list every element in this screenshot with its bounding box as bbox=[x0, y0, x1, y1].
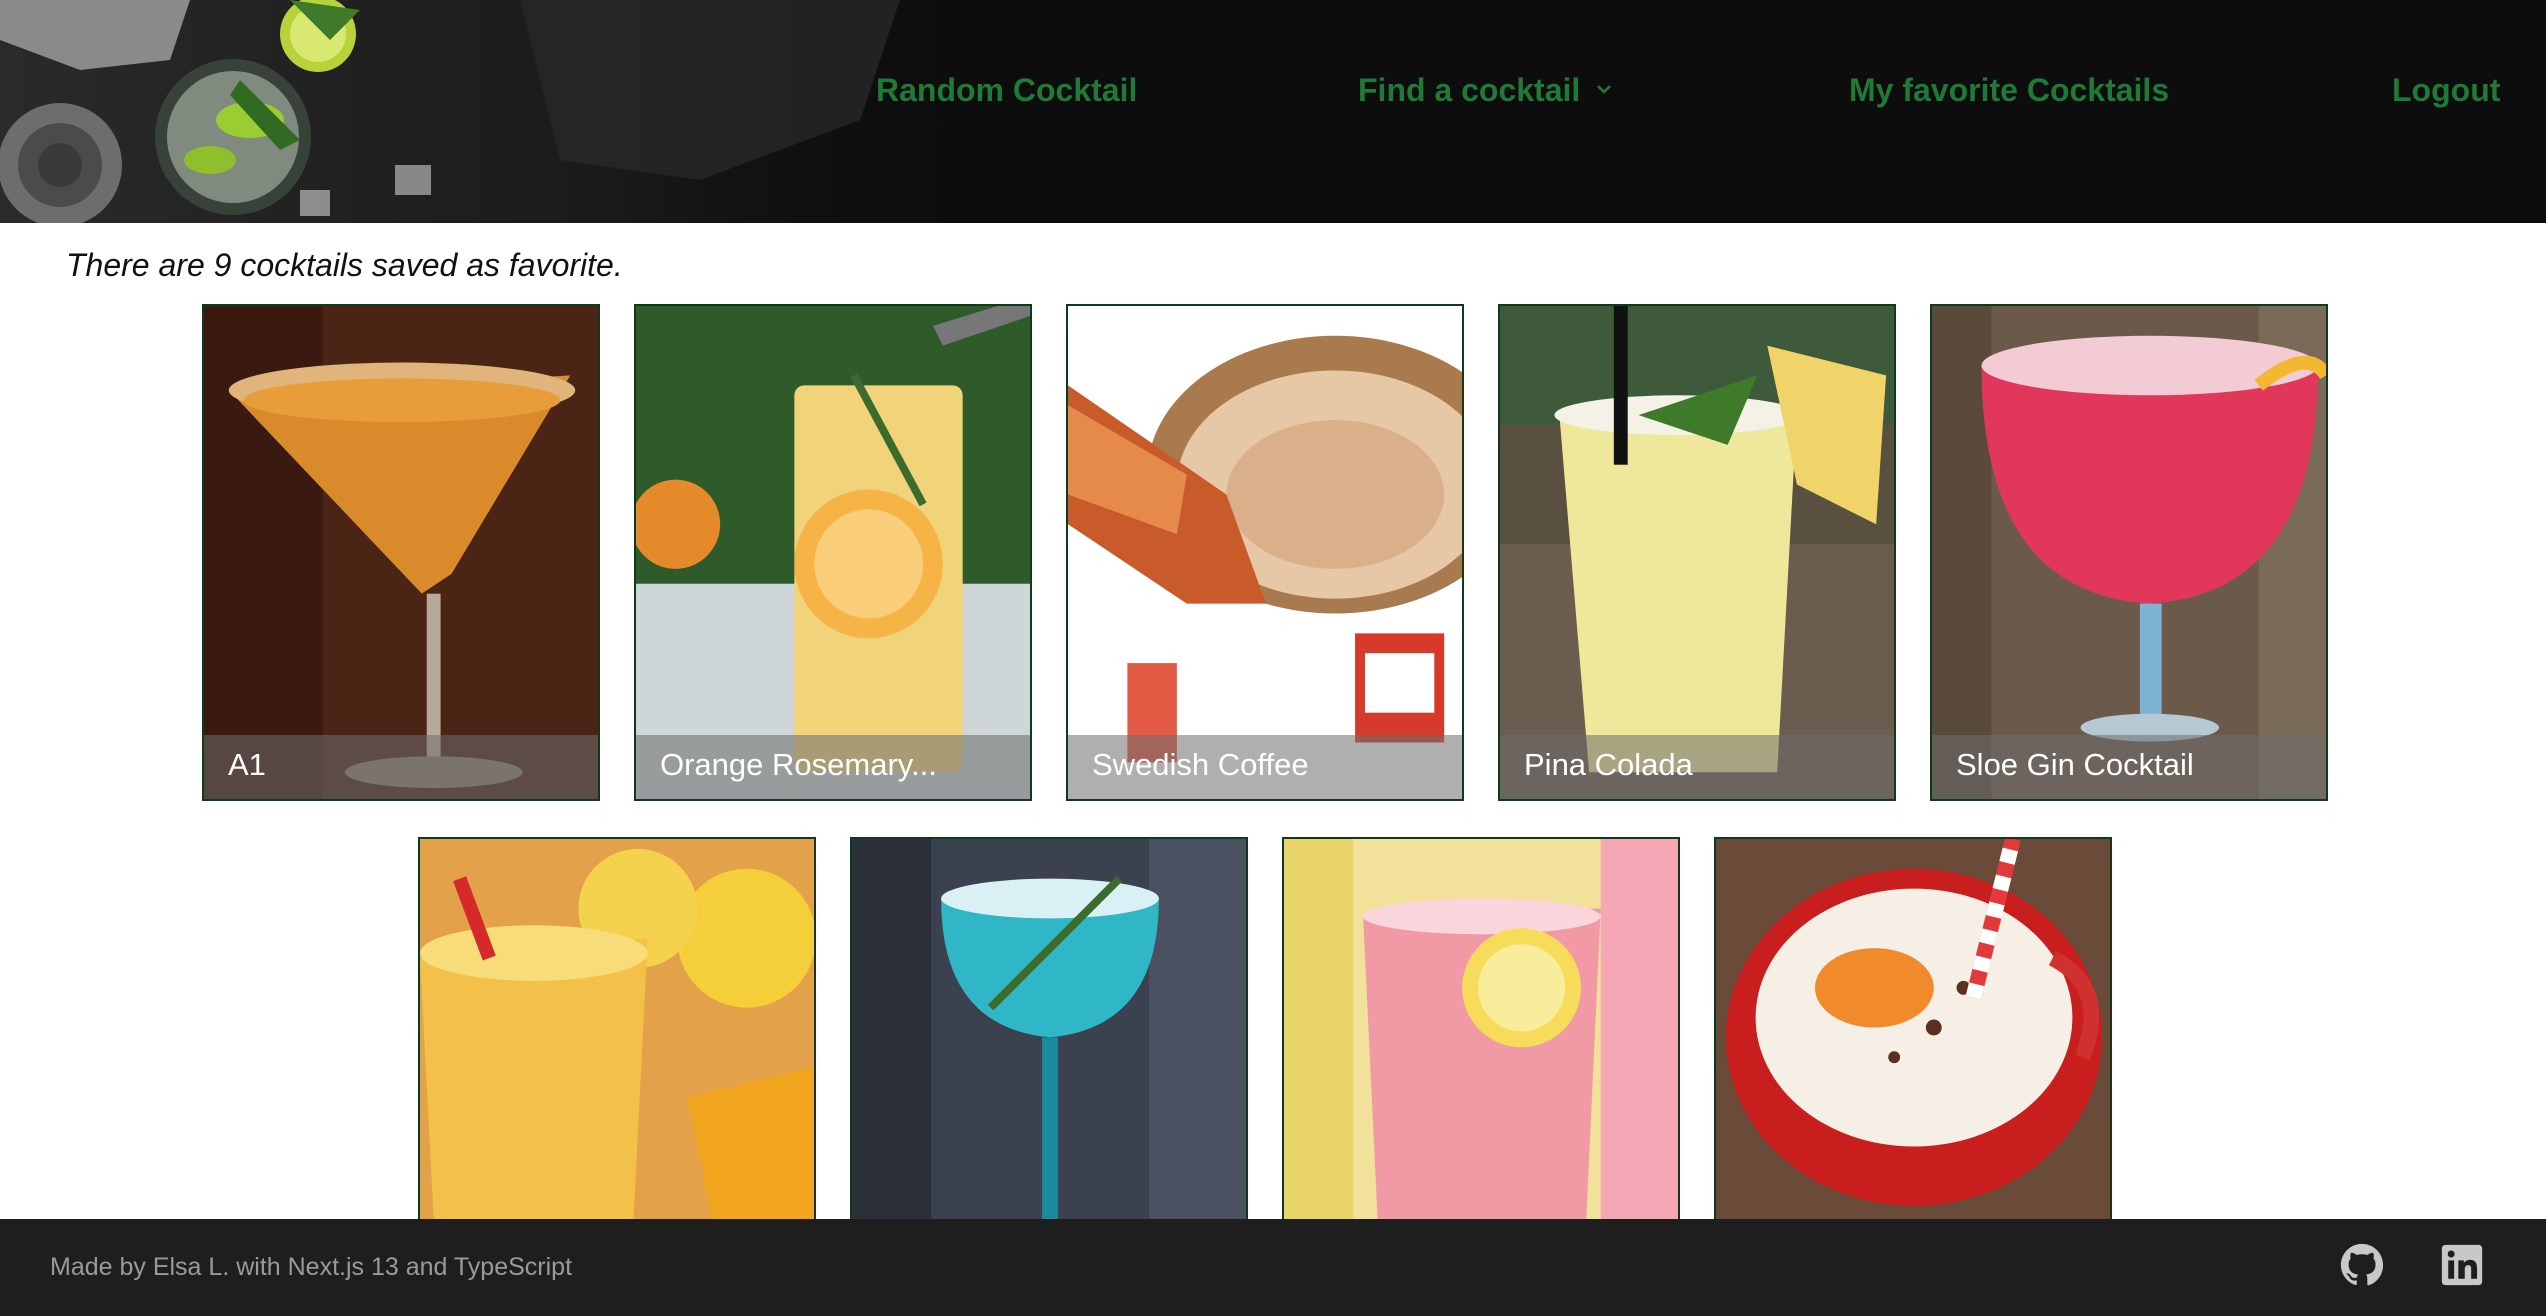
nav-favorite-cocktails[interactable]: My favorite Cocktails bbox=[1849, 72, 2169, 109]
cocktail-photo bbox=[1500, 306, 1894, 799]
cocktail-photo bbox=[852, 839, 1246, 1219]
cocktail-photo bbox=[1068, 306, 1462, 799]
cocktail-card[interactable]: Swedish Coffee bbox=[1066, 304, 1464, 801]
footer-credit: Made by Elsa L. with Next.js 13 and Type… bbox=[50, 1253, 573, 1281]
nav-random-cocktail[interactable]: Random Cocktail bbox=[876, 72, 1137, 109]
cocktail-photo bbox=[1284, 839, 1678, 1219]
cocktail-name: Orange Rosemary... bbox=[636, 735, 1030, 799]
cocktail-name: Swedish Coffee bbox=[1068, 735, 1462, 799]
cocktail-card[interactable]: A1 bbox=[202, 304, 600, 801]
cocktail-photo bbox=[204, 306, 598, 799]
cocktail-name: Pina Colada bbox=[1500, 735, 1894, 799]
cocktail-photo bbox=[420, 839, 814, 1219]
main-nav: Random Cocktail Find a cocktail My favor… bbox=[0, 0, 2546, 185]
nav-logout[interactable]: Logout bbox=[2392, 72, 2500, 109]
cocktail-card[interactable] bbox=[418, 837, 816, 1219]
cocktail-card[interactable] bbox=[850, 837, 1248, 1219]
github-icon[interactable] bbox=[2340, 1243, 2384, 1287]
cocktail-card[interactable]: Pina Colada bbox=[1498, 304, 1896, 801]
main-content: There are 9 cocktails saved as favorite.… bbox=[0, 223, 2546, 1219]
cocktail-card[interactable] bbox=[1282, 837, 1680, 1219]
nav-find-cocktail[interactable]: Find a cocktail bbox=[1358, 72, 1612, 109]
cocktail-card[interactable]: Orange Rosemary... bbox=[634, 304, 1032, 801]
linkedin-icon[interactable] bbox=[2440, 1243, 2484, 1287]
cocktail-name: A1 bbox=[204, 735, 598, 799]
cocktail-card[interactable] bbox=[1714, 837, 2112, 1219]
cocktail-card[interactable]: Sloe Gin Cocktail bbox=[1930, 304, 2328, 801]
cocktail-photo bbox=[1932, 306, 2326, 799]
nav-find-label: Find a cocktail bbox=[1358, 72, 1581, 108]
cocktail-photo bbox=[1716, 839, 2110, 1219]
chevron-down-icon bbox=[1597, 85, 1612, 94]
favorites-count-text: There are 9 cocktails saved as favorite. bbox=[66, 247, 623, 283]
site-header: Random Cocktail Find a cocktail My favor… bbox=[0, 0, 2546, 223]
site-footer: Made by Elsa L. with Next.js 13 and Type… bbox=[0, 1219, 2546, 1316]
cocktail-photo bbox=[636, 306, 1030, 799]
cocktail-name: Sloe Gin Cocktail bbox=[1932, 735, 2326, 799]
